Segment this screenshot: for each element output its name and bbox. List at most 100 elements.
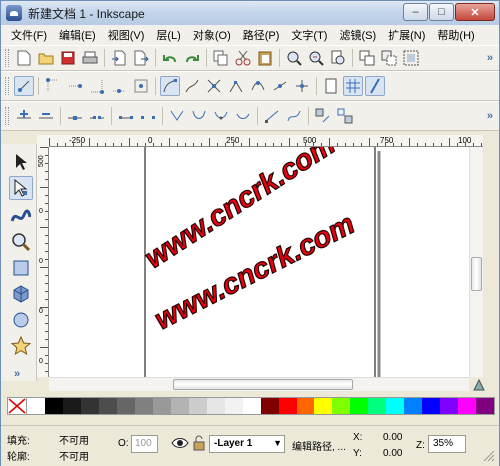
- snap-paths-icon[interactable]: [182, 76, 202, 96]
- color-swatch[interactable]: [152, 398, 171, 414]
- horizontal-scrollbar[interactable]: [49, 377, 469, 391]
- no-paint-swatch[interactable]: [8, 398, 27, 414]
- redo-icon[interactable]: [182, 48, 202, 68]
- color-swatch[interactable]: [224, 398, 243, 414]
- color-swatch[interactable]: [116, 398, 135, 414]
- snap-cusp-icon[interactable]: [226, 76, 246, 96]
- menu-edit[interactable]: 编辑(E): [55, 27, 104, 43]
- group-icon[interactable]: [401, 48, 421, 68]
- zoom-page-icon[interactable]: [328, 48, 348, 68]
- node-symmetric-icon[interactable]: [211, 106, 231, 126]
- toolbox-overflow-icon[interactable]: »: [14, 368, 20, 380]
- menu-file[interactable]: 文件(F): [7, 27, 55, 43]
- stroke-value[interactable]: 不可用: [59, 448, 89, 463]
- object-to-path-icon[interactable]: [313, 106, 333, 126]
- drawing-canvas[interactable]: www.cncrk.com www.cncrk.com: [49, 147, 469, 377]
- star-tool-icon[interactable]: [9, 334, 33, 358]
- snap-smooth-icon[interactable]: [248, 76, 268, 96]
- toolbar-overflow-icon[interactable]: »: [487, 52, 493, 64]
- horizontal-scroll-thumb[interactable]: [173, 379, 353, 390]
- menu-object[interactable]: 对象(O): [189, 27, 239, 43]
- duplicate-icon[interactable]: [357, 48, 377, 68]
- copy-icon[interactable]: [211, 48, 231, 68]
- color-swatch[interactable]: [314, 398, 333, 414]
- menu-view[interactable]: 视图(V): [104, 27, 153, 43]
- join-segment-icon[interactable]: [116, 106, 136, 126]
- color-swatch[interactable]: [404, 398, 423, 414]
- snap-page-icon[interactable]: [321, 76, 341, 96]
- import-icon[interactable]: [109, 48, 129, 68]
- export-icon[interactable]: [131, 48, 151, 68]
- paste-icon[interactable]: [255, 48, 275, 68]
- close-button[interactable]: ✕: [455, 3, 495, 21]
- color-swatch[interactable]: [206, 398, 225, 414]
- fill-value[interactable]: 不可用: [59, 432, 89, 447]
- color-swatch[interactable]: [62, 398, 81, 414]
- delete-node-icon[interactable]: [36, 106, 56, 126]
- menu-layer[interactable]: 层(L): [152, 27, 188, 43]
- color-swatch[interactable]: [332, 398, 351, 414]
- node-tool-icon[interactable]: [9, 176, 33, 200]
- layer-lock-icon[interactable]: [193, 435, 205, 451]
- tweak-tool-icon[interactable]: [9, 204, 33, 228]
- snap-bbox-edge-icon[interactable]: [65, 76, 85, 96]
- 3d-box-tool-icon[interactable]: [9, 282, 33, 306]
- menu-text[interactable]: 文字(T): [287, 27, 335, 43]
- node-cusp-icon[interactable]: [167, 106, 187, 126]
- snap-bbox-midpoint-icon[interactable]: [109, 76, 129, 96]
- color-swatch[interactable]: [476, 398, 495, 414]
- ellipse-tool-icon[interactable]: [9, 308, 33, 332]
- color-swatch[interactable]: [80, 398, 99, 414]
- color-swatch[interactable]: [296, 398, 315, 414]
- snap-center-icon[interactable]: [131, 76, 151, 96]
- segment-curve-icon[interactable]: [284, 106, 304, 126]
- snap-intersection-icon[interactable]: [204, 76, 224, 96]
- cut-icon[interactable]: [233, 48, 253, 68]
- zoom-drawing-icon[interactable]: [306, 48, 326, 68]
- undo-icon[interactable]: [160, 48, 180, 68]
- node-smooth-icon[interactable]: [189, 106, 209, 126]
- vertical-scrollbar[interactable]: [469, 147, 483, 377]
- print-icon[interactable]: [80, 48, 100, 68]
- color-swatch[interactable]: [134, 398, 153, 414]
- color-swatch[interactable]: [368, 398, 387, 414]
- menu-filters[interactable]: 滤镜(S): [335, 27, 384, 43]
- menu-path[interactable]: 路径(P): [239, 27, 288, 43]
- snap-nodes-icon[interactable]: [160, 76, 180, 96]
- break-path-icon[interactable]: [87, 106, 107, 126]
- color-swatch[interactable]: [26, 398, 45, 414]
- color-manage-icon[interactable]: [473, 379, 485, 391]
- rectangle-tool-icon[interactable]: [9, 256, 33, 280]
- menu-help[interactable]: 帮助(H): [433, 27, 482, 43]
- color-swatch[interactable]: [260, 398, 279, 414]
- stroke-to-path-icon[interactable]: [335, 106, 355, 126]
- vertical-scroll-thumb[interactable]: [471, 257, 482, 291]
- color-swatch[interactable]: [242, 398, 261, 414]
- open-icon[interactable]: [36, 48, 56, 68]
- snap-bbox-corner-icon[interactable]: [87, 76, 107, 96]
- node-auto-smooth-icon[interactable]: [233, 106, 253, 126]
- segment-line-icon[interactable]: [262, 106, 282, 126]
- toolbar-grip[interactable]: [5, 49, 9, 67]
- snap-toggle-icon[interactable]: [14, 76, 34, 96]
- save-icon[interactable]: [58, 48, 78, 68]
- snap-grid-icon[interactable]: [343, 76, 363, 96]
- layer-dropdown[interactable]: -Layer 1 ▼: [209, 435, 285, 453]
- toolbar-grip[interactable]: [5, 107, 9, 125]
- color-swatch[interactable]: [350, 398, 369, 414]
- color-swatch[interactable]: [386, 398, 405, 414]
- menu-extensions[interactable]: 扩展(N): [384, 27, 433, 43]
- horizontal-ruler[interactable]: -250 0 250 500 750 100: [49, 135, 483, 147]
- new-document-icon[interactable]: [14, 48, 34, 68]
- minimize-button[interactable]: –: [403, 3, 428, 21]
- toolbar-overflow-icon[interactable]: »: [487, 110, 493, 122]
- snap-midpoint-icon[interactable]: [270, 76, 290, 96]
- delete-segment-icon[interactable]: [138, 106, 158, 126]
- insert-node-icon[interactable]: [14, 106, 34, 126]
- maximize-button[interactable]: □: [429, 3, 454, 21]
- vertical-ruler[interactable]: 500 0 0 0 0: [37, 147, 49, 377]
- color-swatch[interactable]: [458, 398, 477, 414]
- clone-icon[interactable]: [379, 48, 399, 68]
- color-swatch[interactable]: [44, 398, 63, 414]
- color-swatch[interactable]: [170, 398, 189, 414]
